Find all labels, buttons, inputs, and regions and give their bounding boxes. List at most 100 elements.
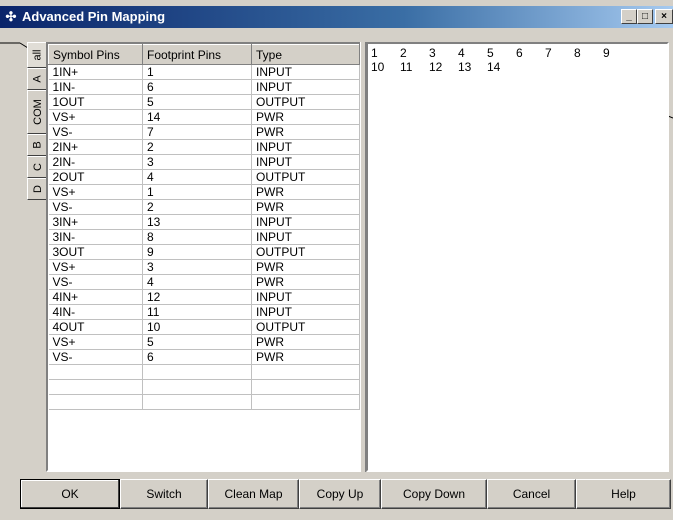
footprint-pin-cell[interactable]: 3	[142, 154, 252, 170]
footprint-pin-cell[interactable]: 4	[142, 169, 252, 185]
table-row[interactable]: VS+ 5 PWR	[48, 334, 360, 350]
footprint-pin-cell[interactable]: 3	[142, 259, 252, 275]
footprint-pin-item[interactable]: 8	[573, 47, 602, 61]
copy-down-button[interactable]: Copy Down	[381, 479, 487, 509]
table-row[interactable]: VS- 2 PWR	[48, 199, 360, 215]
symbol-pin-cell[interactable]: 2IN-	[48, 154, 143, 170]
type-cell[interactable]: INPUT	[251, 289, 360, 305]
table-row[interactable]: VS+ 3 PWR	[48, 259, 360, 275]
footprint-pin-cell[interactable]: 6	[142, 349, 252, 365]
tab-c[interactable]: C	[27, 156, 47, 178]
symbol-pin-cell[interactable]: VS-	[48, 124, 143, 140]
footprint-pin-item[interactable]: 5	[486, 47, 515, 61]
footprint-pin-cell[interactable]: 10	[142, 319, 252, 335]
symbol-pin-cell[interactable]	[48, 394, 143, 410]
type-cell[interactable]: INPUT	[251, 304, 360, 320]
table-row[interactable]: 1IN+ 1 INPUT	[48, 64, 360, 80]
close-button[interactable]: ×	[655, 9, 673, 24]
table-row[interactable]: 3IN- 8 INPUT	[48, 229, 360, 245]
footprint-pin-cell[interactable]: 11	[142, 304, 252, 320]
table-row[interactable]: 4IN+ 12 INPUT	[48, 289, 360, 305]
footprint-pin-item[interactable]: 6	[515, 47, 544, 61]
symbol-pin-cell[interactable]	[48, 364, 143, 380]
table-row[interactable]: VS- 4 PWR	[48, 274, 360, 290]
pin-mapping-table-panel[interactable]: Symbol Pins Footprint Pins Type 1IN+ 1 INP…	[46, 42, 362, 472]
footprint-pin-cell[interactable]: 9	[142, 244, 252, 260]
type-cell[interactable]: PWR	[251, 184, 360, 200]
type-cell[interactable]: PWR	[251, 109, 360, 125]
minimize-button[interactable]: _	[621, 9, 637, 24]
tab-all[interactable]: all	[27, 42, 47, 68]
footprint-pin-item[interactable]: 12	[428, 61, 457, 75]
type-cell[interactable]: PWR	[251, 259, 360, 275]
symbol-pin-cell[interactable]: VS-	[48, 274, 143, 290]
symbol-pin-cell[interactable]: VS+	[48, 184, 143, 200]
footprint-pin-cell[interactable]: 13	[142, 214, 252, 230]
type-cell[interactable]: INPUT	[251, 79, 360, 95]
table-row[interactable]: 3OUT 9 OUTPUT	[48, 244, 360, 260]
footprint-pin-cell[interactable]: 1	[142, 184, 252, 200]
footprint-pin-cell[interactable]	[142, 364, 252, 380]
footprint-pin-item[interactable]: 4	[457, 47, 486, 61]
table-row[interactable]: VS- 7 PWR	[48, 124, 360, 140]
symbol-pin-cell[interactable]: VS+	[48, 334, 143, 350]
symbol-pin-cell[interactable]: VS+	[48, 259, 143, 275]
type-cell[interactable]: OUTPUT	[251, 244, 360, 260]
footprint-pin-item[interactable]: 3	[428, 47, 457, 61]
tab-com[interactable]: COM	[27, 90, 47, 134]
tab-b[interactable]: B	[27, 134, 47, 156]
help-button[interactable]: Help	[576, 479, 671, 509]
tab-a[interactable]: A	[27, 68, 47, 90]
footprint-pin-cell[interactable]: 7	[142, 124, 252, 140]
table-row[interactable]: VS- 6 PWR	[48, 349, 360, 365]
symbol-pin-cell[interactable]: 2OUT	[48, 169, 143, 185]
footprint-pin-cell[interactable]: 12	[142, 289, 252, 305]
table-row[interactable]: 2IN+ 2 INPUT	[48, 139, 360, 155]
symbol-pin-cell[interactable]: VS+	[48, 109, 143, 125]
symbol-pin-cell[interactable]: 3IN+	[48, 214, 143, 230]
footprint-pin-cell[interactable]: 8	[142, 229, 252, 245]
title-bar[interactable]: ✣ Advanced Pin Mapping _ □ ×	[0, 6, 673, 28]
type-cell[interactable]: INPUT	[251, 64, 360, 80]
type-cell[interactable]: OUTPUT	[251, 94, 360, 110]
symbol-pin-cell[interactable]: 1IN+	[48, 64, 143, 80]
symbol-pin-cell[interactable]: 2IN+	[48, 139, 143, 155]
type-cell[interactable]: INPUT	[251, 229, 360, 245]
symbol-pin-cell[interactable]: 4IN+	[48, 289, 143, 305]
footprint-pin-panel[interactable]: 1 2 3 4 5 6 7 8 9 10 11 12 13 14	[366, 42, 669, 472]
symbol-pin-cell[interactable]: 1IN-	[48, 79, 143, 95]
table-row[interactable]	[48, 364, 360, 380]
type-cell[interactable]	[251, 364, 360, 380]
table-row[interactable]: 3IN+ 13 INPUT	[48, 214, 360, 230]
cancel-button[interactable]: Cancel	[487, 479, 576, 509]
table-row[interactable]	[48, 394, 360, 410]
type-cell[interactable]: PWR	[251, 199, 360, 215]
maximize-button[interactable]: □	[637, 9, 653, 24]
type-cell[interactable]: PWR	[251, 349, 360, 365]
footprint-pin-cell[interactable]: 4	[142, 274, 252, 290]
table-row[interactable]	[48, 379, 360, 395]
type-cell[interactable]: INPUT	[251, 154, 360, 170]
table-row[interactable]: 1IN- 6 INPUT	[48, 79, 360, 95]
column-header-symbol-pins[interactable]: Symbol Pins	[48, 44, 143, 65]
table-row[interactable]: 2IN- 3 INPUT	[48, 154, 360, 170]
column-header-type[interactable]: Type	[251, 44, 360, 65]
footprint-pin-cell[interactable]: 2	[142, 139, 252, 155]
tab-d[interactable]: D	[27, 178, 47, 200]
footprint-pin-cell[interactable]: 5	[142, 94, 252, 110]
footprint-pin-cell[interactable]: 2	[142, 199, 252, 215]
symbol-pin-cell[interactable]: 4OUT	[48, 319, 143, 335]
symbol-pin-cell[interactable]: 4IN-	[48, 304, 143, 320]
type-cell[interactable]: PWR	[251, 334, 360, 350]
footprint-pin-item[interactable]: 13	[457, 61, 486, 75]
symbol-pin-cell[interactable]: VS-	[48, 349, 143, 365]
clean-map-button[interactable]: Clean Map	[208, 479, 299, 509]
footprint-pin-cell[interactable]: 5	[142, 334, 252, 350]
table-row[interactable]: 2OUT 4 OUTPUT	[48, 169, 360, 185]
footprint-pin-cell[interactable]: 14	[142, 109, 252, 125]
copy-up-button[interactable]: Copy Up	[299, 479, 381, 509]
switch-button[interactable]: Switch	[120, 479, 208, 509]
footprint-pin-item[interactable]: 10	[370, 61, 399, 75]
type-cell[interactable]: PWR	[251, 124, 360, 140]
symbol-pin-cell[interactable]: 3OUT	[48, 244, 143, 260]
